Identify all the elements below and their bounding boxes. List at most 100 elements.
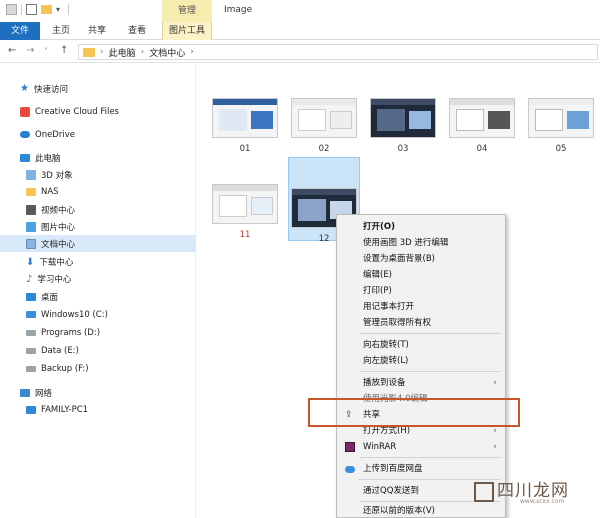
file-item[interactable]: 01 — [209, 98, 281, 154]
document-icon — [26, 238, 36, 249]
sidebar-item-label: 视频中心 — [41, 205, 76, 216]
file-item[interactable]: 11 — [209, 184, 281, 240]
ribbon-tabs: 文件 主页 共享 查看 图片工具 — [0, 22, 600, 40]
breadcrumb-documents[interactable]: 文档中心 — [149, 46, 185, 59]
download-icon: ⬇ — [26, 256, 35, 268]
sidebar-item-this-pc[interactable]: 此电脑 — [0, 149, 196, 166]
menu-item-set-wallpaper[interactable]: 设置为桌面背景(B) — [337, 251, 505, 267]
thumbnail-image — [528, 98, 594, 138]
sidebar-item-label: FAMILY-PC1 — [41, 404, 89, 415]
sidebar-item-pictures[interactable]: 图片中心 — [0, 218, 196, 235]
thumbnail-image — [212, 184, 278, 224]
thumbnail-image — [370, 98, 436, 138]
menu-divider — [359, 333, 501, 334]
chevron-right-icon[interactable]: › — [141, 47, 145, 57]
forward-arrow-icon[interactable]: → — [26, 45, 34, 56]
thumbnail-image — [291, 98, 357, 138]
desktop-icon — [26, 292, 36, 301]
menu-item-winrar[interactable]: WinRAR › — [337, 439, 505, 455]
sidebar-item-label: 桌面 — [41, 292, 59, 303]
sidebar-item-drive-e[interactable]: Data (E:) — [0, 342, 196, 359]
recent-dropdown-icon[interactable]: ˅ — [44, 47, 48, 56]
sidebar-item-videos[interactable]: 视频中心 — [0, 201, 196, 218]
menu-item-open[interactable]: 打开(O) — [337, 219, 505, 235]
sidebar-item-label: NAS — [41, 186, 59, 197]
star-icon: ★ — [20, 82, 29, 94]
network-icon — [20, 388, 30, 397]
file-name: 03 — [397, 144, 409, 154]
sidebar-item-learning[interactable]: ♪ 学习中心 — [0, 270, 196, 287]
menu-item-restore-versions[interactable]: 还原以前的版本(V) — [337, 503, 505, 518]
file-name: 05 — [555, 144, 567, 154]
pc-icon — [20, 153, 30, 162]
menu-item-edit-paint3d[interactable]: 使用画图 3D 进行编辑 — [337, 235, 505, 251]
3d-objects-icon — [26, 169, 36, 180]
dropdown-icon[interactable]: ▾ — [56, 4, 64, 15]
menu-item-rotate-right[interactable]: 向右旋转(T) — [337, 337, 505, 353]
file-item[interactable]: 04 — [446, 98, 518, 154]
winrar-icon — [345, 442, 355, 452]
sidebar-item-label: Programs (D:) — [41, 327, 101, 338]
cloud-icon — [345, 466, 355, 473]
sidebar-item-documents[interactable]: 文档中心 — [0, 235, 196, 252]
menu-item-cast-to-device[interactable]: 播放到设备 › — [337, 375, 505, 391]
sidebar-item-downloads[interactable]: ⬇ 下载中心 — [0, 253, 196, 270]
up-arrow-icon[interactable]: ↑ — [60, 45, 68, 56]
picture-icon — [26, 221, 36, 232]
sidebar-item-drive-c[interactable]: Windows10 (C:) — [0, 306, 196, 323]
chevron-right-icon: › — [493, 442, 497, 452]
menu-item-upload-baidu[interactable]: 上传到百度网盘 — [337, 461, 505, 477]
menu-item-rotate-left[interactable]: 向左旋转(L) — [337, 353, 505, 369]
menu-item-edit[interactable]: 编辑(E) — [337, 267, 505, 283]
sidebar-item-onedrive[interactable]: OneDrive — [0, 126, 196, 143]
window-title: Image — [224, 5, 253, 15]
sidebar-item-drive-f[interactable]: Backup (F:) — [0, 360, 196, 377]
context-menu: 打开(O) 使用画图 3D 进行编辑 设置为桌面背景(B) 编辑(E) 打印(P… — [336, 214, 506, 518]
quick-access-toolbar: ▾ — [6, 4, 69, 15]
properties-icon[interactable] — [26, 4, 37, 15]
tab-file[interactable]: 文件 — [0, 22, 40, 40]
chevron-right-icon[interactable]: › — [100, 47, 104, 57]
sidebar-item-desktop[interactable]: 桌面 — [0, 288, 196, 305]
menu-item-label: 打开方式(H) — [363, 426, 411, 436]
menu-item-take-ownership[interactable]: 管理员取得所有权 — [337, 315, 505, 331]
menu-item-label: 上传到百度网盘 — [363, 464, 423, 474]
sidebar-item-nas[interactable]: NAS — [0, 183, 196, 200]
divider — [68, 4, 69, 15]
tab-share[interactable]: 共享 — [82, 22, 112, 40]
menu-divider — [359, 457, 501, 458]
breadcrumb-this-pc[interactable]: 此电脑 — [109, 46, 136, 59]
new-folder-icon[interactable] — [41, 5, 52, 14]
file-name: 11 — [239, 230, 251, 240]
menu-item-print[interactable]: 打印(P) — [337, 283, 505, 299]
logo-square-icon — [474, 481, 494, 502]
chevron-right-icon: › — [493, 378, 497, 388]
thumbnail-image — [212, 98, 278, 138]
title-bar: ▾ 管理 Image — [0, 0, 600, 22]
sidebar-item-network[interactable]: 网络 — [0, 384, 196, 401]
file-item[interactable]: 02 — [288, 98, 360, 154]
sidebar-item-3d-objects[interactable]: 3D 对象 — [0, 166, 196, 183]
sidebar-item-drive-d[interactable]: Programs (D:) — [0, 324, 196, 341]
folder-icon — [83, 47, 95, 57]
sidebar-item-family-pc[interactable]: FAMILY-PC1 — [0, 401, 196, 418]
tab-home[interactable]: 主页 — [46, 22, 76, 40]
address-bar[interactable]: › 此电脑 › 文档中心 › — [78, 44, 598, 60]
tab-picture-tools[interactable]: 图片工具 — [162, 22, 212, 40]
back-arrow-icon[interactable]: ← — [8, 45, 16, 56]
sidebar-item-label: 此电脑 — [35, 153, 61, 164]
divider — [21, 4, 22, 15]
sidebar-item-quick-access[interactable]: ★ 快速访问 — [0, 80, 196, 97]
menu-item-open-notepad[interactable]: 用记事本打开 — [337, 299, 505, 315]
drive-icon — [26, 347, 36, 354]
context-tab-manage[interactable]: 管理 — [162, 0, 212, 22]
tab-view[interactable]: 查看 — [122, 22, 152, 40]
sidebar-item-creative-cloud[interactable]: Creative Cloud Files — [0, 103, 196, 120]
file-name: 02 — [318, 144, 330, 154]
file-item[interactable]: 03 — [367, 98, 439, 154]
sidebar-item-label: 快速访问 — [33, 84, 68, 95]
chevron-right-icon[interactable]: › — [190, 47, 194, 57]
navigation-pane: ★ 快速访问 Creative Cloud Files OneDrive 此电脑 … — [0, 64, 196, 518]
onedrive-icon — [20, 131, 30, 138]
file-item[interactable]: 05 — [525, 98, 597, 154]
